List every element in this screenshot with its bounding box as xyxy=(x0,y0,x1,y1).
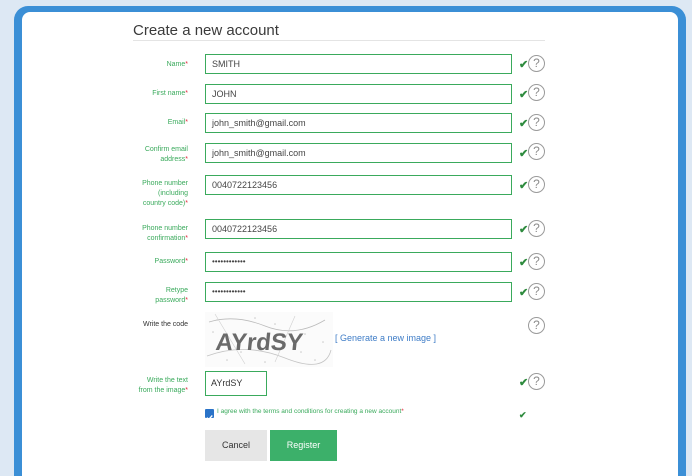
help-icon[interactable]: ? xyxy=(528,114,545,131)
help-icon[interactable]: ? xyxy=(528,84,545,101)
title-divider xyxy=(133,40,545,41)
phone-input[interactable]: 0040722123456 xyxy=(205,175,512,195)
check-icon: ✔ xyxy=(519,224,529,236)
generate-image-link[interactable]: [ Generate a new image ] xyxy=(335,333,436,343)
code-label: Write the text from the image* xyxy=(138,377,188,394)
email-label: Email* xyxy=(167,119,188,126)
password-input[interactable]: •••••••••••• xyxy=(205,252,512,272)
help-icon[interactable]: ? xyxy=(528,283,545,300)
captcha-text: AYrdSY xyxy=(214,329,304,356)
email-input[interactable]: john_smith@gmail.com xyxy=(205,113,512,133)
phone-confirmation-label: Phone number confirmation* xyxy=(142,225,188,242)
check-icon: ✔ xyxy=(519,287,529,299)
check-icon: ✔ xyxy=(519,148,529,160)
help-icon[interactable]: ? xyxy=(528,317,545,334)
check-icon: ✔ xyxy=(519,180,529,192)
help-icon[interactable]: ? xyxy=(528,143,545,160)
help-icon[interactable]: ? xyxy=(528,373,545,390)
help-icon[interactable]: ? xyxy=(528,220,545,237)
confirm-email-input[interactable]: john_smith@gmail.com xyxy=(205,143,512,163)
first-name-input[interactable]: JOHN xyxy=(205,84,512,104)
code-input[interactable]: AYrdSY xyxy=(205,371,267,396)
check-icon: ✔ xyxy=(519,377,529,389)
help-icon[interactable]: ? xyxy=(528,55,545,72)
phone-label: Phone number (including country code)* xyxy=(142,180,188,207)
name-input[interactable]: SMITH xyxy=(205,54,512,74)
checkbox-checked-icon xyxy=(206,415,213,421)
help-icon[interactable]: ? xyxy=(528,176,545,193)
name-label: Name* xyxy=(166,61,188,68)
check-icon: ✔ xyxy=(519,410,527,420)
help-icon[interactable]: ? xyxy=(528,253,545,270)
confirm-email-label: Confirm email address* xyxy=(144,146,188,163)
phone-confirmation-input[interactable]: 0040722123456 xyxy=(205,219,512,239)
captcha-label: Write the code xyxy=(142,321,188,328)
check-icon: ✔ xyxy=(519,257,529,269)
form-panel xyxy=(22,12,678,476)
password-label: Password* xyxy=(154,258,188,265)
terms-checkbox[interactable] xyxy=(205,409,214,421)
retype-password-label: Retype password* xyxy=(155,287,188,304)
first-name-label: First name* xyxy=(152,90,188,97)
cancel-button[interactable]: Cancel xyxy=(205,430,267,461)
check-icon: ✔ xyxy=(519,59,529,71)
captcha-noise: AYrdSY xyxy=(206,313,332,365)
check-icon: ✔ xyxy=(519,89,529,101)
check-icon: ✔ xyxy=(519,118,529,130)
retype-password-input[interactable]: •••••••••••• xyxy=(205,282,512,302)
page-title: Create a new account xyxy=(133,22,279,39)
terms-label: I agree with the terms and conditions fo… xyxy=(217,408,404,415)
captcha-image: AYrdSY xyxy=(205,312,333,367)
register-button[interactable]: Register xyxy=(270,430,337,461)
